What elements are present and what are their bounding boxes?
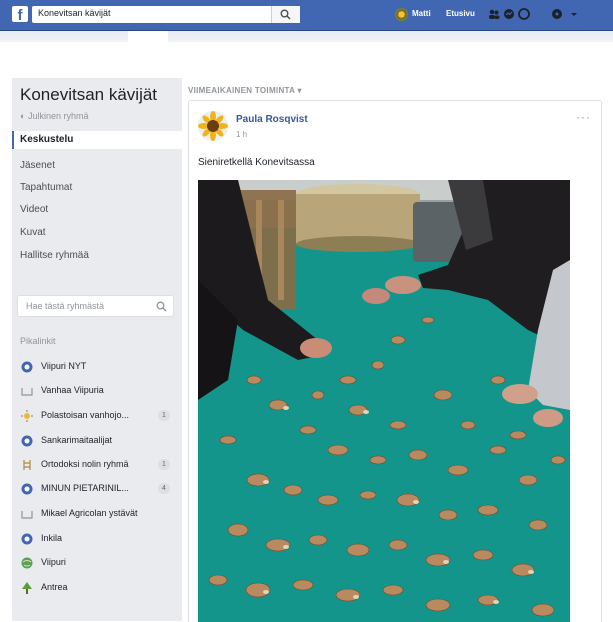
help-icon[interactable] [551, 8, 563, 20]
book-icon [21, 385, 33, 397]
activity-filter[interactable]: VIIMEAIKAINEN TOIMINTA ▾ [188, 86, 302, 95]
shortcut-label: Inkila [41, 533, 63, 543]
notifications-icon[interactable] [518, 8, 530, 20]
shortcut-item[interactable]: Mikael Agricolan ystävät [12, 505, 182, 523]
shortcut-item[interactable]: MINUN PIETARINIL... 4 [12, 480, 182, 498]
nav-item-videot[interactable]: Videot [12, 201, 182, 219]
group-sidebar: Konevitsan kävijät ◐ Julkinen ryhmä Kesk… [12, 78, 182, 621]
nav-item-keskustelu[interactable]: Keskustelu [12, 131, 182, 149]
search-box[interactable]: Konevitsan kävijät [32, 6, 300, 23]
shortcut-item[interactable]: Viipuri [12, 554, 182, 572]
chevron-down-icon: ▾ [297, 86, 302, 95]
globe-icon [21, 557, 33, 569]
shortcut-item[interactable]: Ortodoksi nolin ryhmä 1 [12, 456, 182, 474]
tree-icon [21, 582, 33, 594]
shortcut-label: Antrea [41, 582, 68, 592]
filter-label: VIIMEAIKAINEN TOIMINTA [188, 86, 295, 95]
more-options-icon[interactable]: ··· [576, 110, 591, 124]
notification-count: 1 [158, 459, 170, 470]
shortcut-item[interactable]: Antrea [12, 579, 182, 597]
group-circle-icon [21, 533, 33, 545]
post-timestamp[interactable]: 1 h [236, 130, 247, 139]
messages-icon[interactable] [503, 8, 515, 20]
book-icon [21, 508, 33, 520]
search-input[interactable]: Konevitsan kävijät [38, 8, 111, 18]
nav-item-jasenet[interactable]: Jäsenet [12, 157, 182, 175]
group-circle-icon [21, 435, 33, 447]
post-card: Paula Rosqvist 1 h ··· Sieniretkellä Kon… [188, 100, 602, 622]
shortcut-label: Polastoisan vanhojo... [41, 410, 130, 420]
group-circle-icon [21, 483, 33, 495]
ladder-icon [21, 459, 33, 471]
shortcut-label: Vanhaa Viipuria [41, 385, 104, 395]
notification-count: 1 [158, 410, 170, 421]
chevron-down-icon[interactable] [570, 8, 578, 20]
profile-link[interactable]: Matti [412, 9, 431, 18]
nav-item-kuvat[interactable]: Kuvat [12, 224, 182, 242]
shortcut-label: Ortodoksi nolin ryhmä [41, 459, 129, 469]
post-text: Sieniretkellä Konevitsassa [198, 157, 315, 168]
shortcut-label: Sankarimaitaalijat [41, 435, 113, 445]
shortcut-label: Mikael Agricolan ystävät [41, 508, 138, 518]
facebook-logo[interactable]: f [12, 6, 28, 24]
nav-item-hallitse[interactable]: Hallitse ryhmää [12, 247, 182, 265]
globe-icon: ◐ [20, 111, 28, 121]
friends-icon[interactable] [488, 8, 500, 20]
group-privacy: ◐ Julkinen ryhmä [20, 111, 88, 121]
shortcut-item[interactable]: Polastoisan vanhojo... 1 [12, 407, 182, 425]
home-link[interactable]: Etusivu [446, 9, 475, 18]
sun-icon [21, 410, 33, 422]
shortcut-label: Viipuri NYT [41, 361, 87, 371]
search-icon [156, 301, 167, 312]
post-author[interactable]: Paula Rosqvist [236, 114, 308, 125]
tab-edge [128, 31, 168, 42]
search-icon [280, 9, 291, 20]
shortcut-item[interactable]: Vanhaa Viipuria [12, 382, 182, 400]
shortcut-item[interactable]: Sankarimaitaalijat [12, 432, 182, 450]
shortcut-item[interactable]: Inkila [12, 530, 182, 548]
shortcut-item[interactable]: Viipuri NYT [12, 358, 182, 376]
sub-bar [0, 31, 613, 42]
group-circle-icon [21, 361, 33, 373]
privacy-label: Julkinen ryhmä [27, 111, 89, 121]
top-bar: f Konevitsan kävijät Matti Etusivu [0, 0, 613, 31]
notification-count: 4 [158, 483, 170, 494]
search-button[interactable] [271, 6, 300, 23]
group-search-input[interactable]: Hae tästä ryhmästä [26, 301, 104, 311]
shortcut-label: MINUN PIETARINIL... [41, 483, 129, 493]
group-title[interactable]: Konevitsan kävijät [20, 85, 157, 105]
avatar[interactable] [198, 111, 228, 141]
avatar[interactable] [395, 8, 408, 21]
group-search[interactable]: Hae tästä ryhmästä [17, 295, 174, 317]
nav-item-tapahtumat[interactable]: Tapahtumat [12, 179, 182, 197]
post-photo[interactable] [198, 180, 570, 622]
shortcut-label: Viipuri [41, 557, 66, 567]
shortcuts-heading: Pikalinkit [20, 336, 56, 346]
